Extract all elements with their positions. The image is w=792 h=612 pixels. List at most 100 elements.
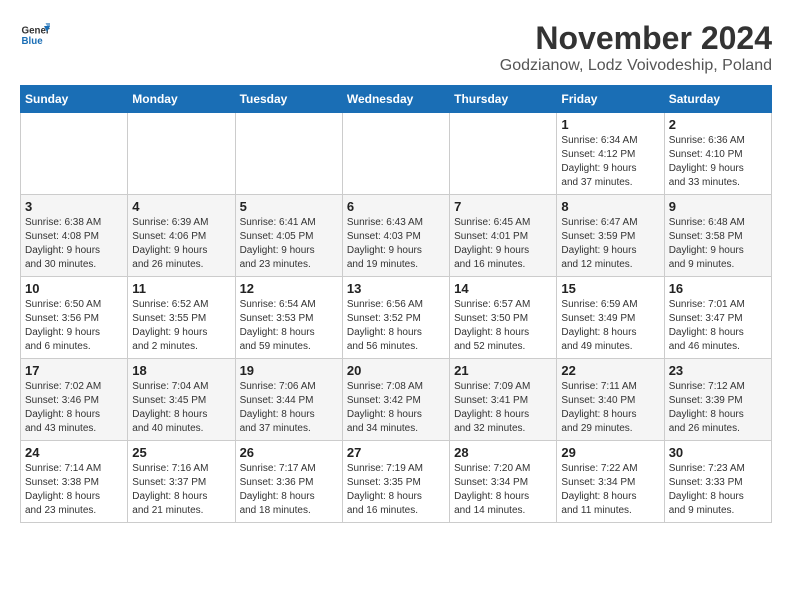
page-header: General Blue November 2024 Godzianow, Lo… (20, 20, 772, 75)
calendar-cell (235, 113, 342, 195)
weekday-header-cell: Saturday (664, 86, 771, 113)
calendar-cell: 4 Sunrise: 6:39 AM Sunset: 4:06 PM Daylig… (128, 195, 235, 277)
calendar-cell: 9Sunrise: 6:48 AM Sunset: 3:58 PM Daylig… (664, 195, 771, 277)
calendar-cell: 18 Sunrise: 7:04 AM Sunset: 3:45 PM Dayli… (128, 359, 235, 441)
day-info: Sunrise: 6:54 AM Sunset: 3:53 PM Dayligh… (240, 298, 338, 354)
day-info: Sunrise: 7:17 AM Sunset: 3:36 PM Dayligh… (240, 462, 338, 518)
day-number: 12 (240, 281, 338, 296)
day-info: Sunrise: 6:41 AM Sunset: 4:05 PM Dayligh… (240, 216, 338, 272)
day-number: 15 (561, 281, 659, 296)
day-info: Sunrise: 7:14 AM Sunset: 3:38 PM Dayligh… (25, 462, 123, 518)
day-number: 4 (132, 199, 230, 214)
calendar-cell: 24 Sunrise: 7:14 AM Sunset: 3:38 PM Dayli… (21, 441, 128, 523)
day-number: 28 (454, 445, 552, 460)
day-number: 18 (132, 363, 230, 378)
day-info: Sunrise: 7:23 AM Sunset: 3:33 PM Dayligh… (669, 462, 767, 518)
calendar-cell: 22 Sunrise: 7:11 AM Sunset: 3:40 PM Dayli… (557, 359, 664, 441)
calendar-week-row: 24 Sunrise: 7:14 AM Sunset: 3:38 PM Dayli… (21, 441, 772, 523)
day-info: Sunrise: 6:47 AM Sunset: 3:59 PM Dayligh… (561, 216, 659, 272)
calendar-week-row: 17Sunrise: 7:02 AM Sunset: 3:46 PM Dayli… (21, 359, 772, 441)
logo-icon: General Blue (20, 20, 50, 50)
day-number: 13 (347, 281, 445, 296)
day-info: Sunrise: 6:43 AM Sunset: 4:03 PM Dayligh… (347, 216, 445, 272)
day-number: 6 (347, 199, 445, 214)
day-info: Sunrise: 7:16 AM Sunset: 3:37 PM Dayligh… (132, 462, 230, 518)
calendar-cell: 29 Sunrise: 7:22 AM Sunset: 3:34 PM Dayli… (557, 441, 664, 523)
calendar-cell: 15 Sunrise: 6:59 AM Sunset: 3:49 PM Dayli… (557, 277, 664, 359)
day-number: 20 (347, 363, 445, 378)
logo: General Blue (20, 20, 50, 50)
day-number: 30 (669, 445, 767, 460)
day-info: Sunrise: 7:12 AM Sunset: 3:39 PM Dayligh… (669, 380, 767, 436)
day-info: Sunrise: 6:57 AM Sunset: 3:50 PM Dayligh… (454, 298, 552, 354)
month-title: November 2024 (500, 20, 772, 57)
weekday-header-cell: Thursday (450, 86, 557, 113)
calendar-cell: 1Sunrise: 6:34 AM Sunset: 4:12 PM Daylig… (557, 113, 664, 195)
weekday-header-cell: Sunday (21, 86, 128, 113)
day-number: 9 (669, 199, 767, 214)
calendar-cell: 26 Sunrise: 7:17 AM Sunset: 3:36 PM Dayli… (235, 441, 342, 523)
calendar-cell: 27Sunrise: 7:19 AM Sunset: 3:35 PM Dayli… (342, 441, 449, 523)
weekday-header-cell: Friday (557, 86, 664, 113)
calendar-cell: 23 Sunrise: 7:12 AM Sunset: 3:39 PM Dayli… (664, 359, 771, 441)
calendar-cell: 16 Sunrise: 7:01 AM Sunset: 3:47 PM Dayli… (664, 277, 771, 359)
calendar-cell: 25 Sunrise: 7:16 AM Sunset: 3:37 PM Dayli… (128, 441, 235, 523)
calendar-cell: 3 Sunrise: 6:38 AM Sunset: 4:08 PM Daylig… (21, 195, 128, 277)
day-number: 29 (561, 445, 659, 460)
day-info: Sunrise: 6:39 AM Sunset: 4:06 PM Dayligh… (132, 216, 230, 272)
day-number: 16 (669, 281, 767, 296)
day-number: 7 (454, 199, 552, 214)
weekday-header-row: SundayMondayTuesdayWednesdayThursdayFrid… (21, 86, 772, 113)
calendar-cell: 21Sunrise: 7:09 AM Sunset: 3:41 PM Dayli… (450, 359, 557, 441)
day-number: 3 (25, 199, 123, 214)
svg-text:Blue: Blue (22, 36, 44, 47)
day-number: 8 (561, 199, 659, 214)
calendar-cell: 12 Sunrise: 6:54 AM Sunset: 3:53 PM Dayli… (235, 277, 342, 359)
calendar-week-row: 1Sunrise: 6:34 AM Sunset: 4:12 PM Daylig… (21, 113, 772, 195)
calendar-cell (450, 113, 557, 195)
day-info: Sunrise: 6:34 AM Sunset: 4:12 PM Dayligh… (561, 134, 659, 190)
day-number: 22 (561, 363, 659, 378)
day-info: Sunrise: 7:04 AM Sunset: 3:45 PM Dayligh… (132, 380, 230, 436)
calendar-cell: 7 Sunrise: 6:45 AM Sunset: 4:01 PM Daylig… (450, 195, 557, 277)
day-info: Sunrise: 7:01 AM Sunset: 3:47 PM Dayligh… (669, 298, 767, 354)
calendar-cell: 19Sunrise: 7:06 AM Sunset: 3:44 PM Dayli… (235, 359, 342, 441)
calendar-cell: 8 Sunrise: 6:47 AM Sunset: 3:59 PM Daylig… (557, 195, 664, 277)
day-number: 17 (25, 363, 123, 378)
calendar-week-row: 3 Sunrise: 6:38 AM Sunset: 4:08 PM Daylig… (21, 195, 772, 277)
day-info: Sunrise: 6:50 AM Sunset: 3:56 PM Dayligh… (25, 298, 123, 354)
calendar-week-row: 10 Sunrise: 6:50 AM Sunset: 3:56 PM Dayli… (21, 277, 772, 359)
calendar-cell: 14 Sunrise: 6:57 AM Sunset: 3:50 PM Dayli… (450, 277, 557, 359)
day-number: 19 (240, 363, 338, 378)
day-number: 14 (454, 281, 552, 296)
day-info: Sunrise: 6:59 AM Sunset: 3:49 PM Dayligh… (561, 298, 659, 354)
day-info: Sunrise: 6:56 AM Sunset: 3:52 PM Dayligh… (347, 298, 445, 354)
day-info: Sunrise: 7:22 AM Sunset: 3:34 PM Dayligh… (561, 462, 659, 518)
day-number: 11 (132, 281, 230, 296)
day-info: Sunrise: 6:45 AM Sunset: 4:01 PM Dayligh… (454, 216, 552, 272)
weekday-header-cell: Tuesday (235, 86, 342, 113)
day-info: Sunrise: 7:09 AM Sunset: 3:41 PM Dayligh… (454, 380, 552, 436)
day-info: Sunrise: 6:38 AM Sunset: 4:08 PM Dayligh… (25, 216, 123, 272)
day-info: Sunrise: 6:36 AM Sunset: 4:10 PM Dayligh… (669, 134, 767, 190)
calendar-cell: 6 Sunrise: 6:43 AM Sunset: 4:03 PM Daylig… (342, 195, 449, 277)
day-info: Sunrise: 7:11 AM Sunset: 3:40 PM Dayligh… (561, 380, 659, 436)
calendar-cell: 5Sunrise: 6:41 AM Sunset: 4:05 PM Daylig… (235, 195, 342, 277)
day-number: 26 (240, 445, 338, 460)
calendar-table: SundayMondayTuesdayWednesdayThursdayFrid… (20, 85, 772, 523)
day-number: 27 (347, 445, 445, 460)
day-info: Sunrise: 6:52 AM Sunset: 3:55 PM Dayligh… (132, 298, 230, 354)
weekday-header-cell: Wednesday (342, 86, 449, 113)
calendar-cell (21, 113, 128, 195)
day-number: 24 (25, 445, 123, 460)
day-number: 25 (132, 445, 230, 460)
day-number: 10 (25, 281, 123, 296)
calendar-cell: 13 Sunrise: 6:56 AM Sunset: 3:52 PM Dayli… (342, 277, 449, 359)
calendar-cell (342, 113, 449, 195)
day-number: 23 (669, 363, 767, 378)
calendar-cell: 28Sunrise: 7:20 AM Sunset: 3:34 PM Dayli… (450, 441, 557, 523)
calendar-cell: 2Sunrise: 6:36 AM Sunset: 4:10 PM Daylig… (664, 113, 771, 195)
calendar-cell: 30 Sunrise: 7:23 AM Sunset: 3:33 PM Dayli… (664, 441, 771, 523)
weekday-header-cell: Monday (128, 86, 235, 113)
title-block: November 2024 Godzianow, Lodz Voivodeshi… (500, 20, 772, 75)
